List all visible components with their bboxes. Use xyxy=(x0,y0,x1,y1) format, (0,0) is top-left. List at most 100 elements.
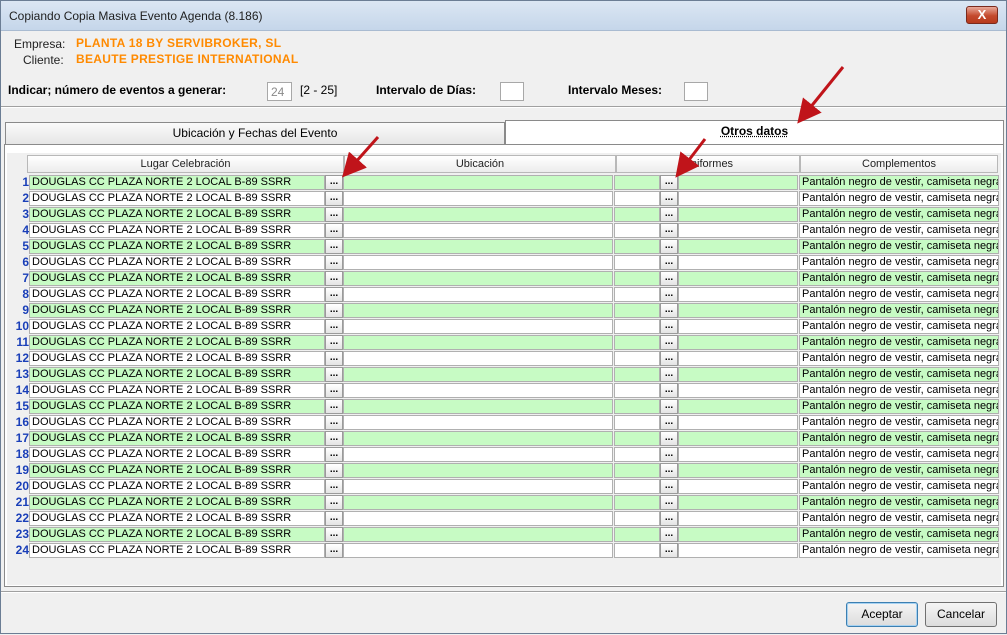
column-header-uniformes[interactable]: Uniformes xyxy=(616,155,800,173)
lugar-browse-button[interactable]: ... xyxy=(325,255,343,270)
uniformes-browse-button[interactable]: ... xyxy=(660,239,678,254)
lugar-cell[interactable]: DOUGLAS CC PLAZA NORTE 2 LOCAL B-89 SSRR xyxy=(29,223,325,238)
uniformes-browse-button[interactable]: ... xyxy=(660,543,678,558)
column-header-complementos[interactable]: Complementos xyxy=(800,155,998,173)
uniformes-cell[interactable] xyxy=(678,415,798,430)
uniformes-cell[interactable] xyxy=(678,383,798,398)
ubicacion-cell[interactable] xyxy=(343,415,613,430)
uniformes-browse-button[interactable]: ... xyxy=(660,207,678,222)
uniformes-cell[interactable] xyxy=(678,511,798,526)
uniformes-browse-button[interactable]: ... xyxy=(660,303,678,318)
uniformes-code-cell[interactable] xyxy=(614,207,660,222)
lugar-cell[interactable]: DOUGLAS CC PLAZA NORTE 2 LOCAL B-89 SSRR xyxy=(29,383,325,398)
uniformes-cell[interactable] xyxy=(678,463,798,478)
complementos-cell[interactable]: Pantalón negro de vestir, camiseta negra… xyxy=(799,255,999,270)
lugar-cell[interactable]: DOUGLAS CC PLAZA NORTE 2 LOCAL B-89 SSRR xyxy=(29,319,325,334)
complementos-cell[interactable]: Pantalón negro de vestir, camiseta negra… xyxy=(799,175,999,190)
lugar-cell[interactable]: DOUGLAS CC PLAZA NORTE 2 LOCAL B-89 SSRR xyxy=(29,399,325,414)
uniformes-code-cell[interactable] xyxy=(614,399,660,414)
uniformes-cell[interactable] xyxy=(678,479,798,494)
column-header-lugar[interactable]: Lugar Celebración xyxy=(27,155,344,173)
uniformes-code-cell[interactable] xyxy=(614,463,660,478)
lugar-cell[interactable]: DOUGLAS CC PLAZA NORTE 2 LOCAL B-89 SSRR xyxy=(29,479,325,494)
uniformes-browse-button[interactable]: ... xyxy=(660,191,678,206)
complementos-cell[interactable]: Pantalón negro de vestir, camiseta negra… xyxy=(799,495,999,510)
lugar-cell[interactable]: DOUGLAS CC PLAZA NORTE 2 LOCAL B-89 SSRR xyxy=(29,527,325,542)
complementos-cell[interactable]: Pantalón negro de vestir, camiseta negra… xyxy=(799,431,999,446)
complementos-cell[interactable]: Pantalón negro de vestir, camiseta negra… xyxy=(799,383,999,398)
lugar-browse-button[interactable]: ... xyxy=(325,335,343,350)
complementos-cell[interactable]: Pantalón negro de vestir, camiseta negra… xyxy=(799,447,999,462)
uniformes-cell[interactable] xyxy=(678,175,798,190)
complementos-cell[interactable]: Pantalón negro de vestir, camiseta negra… xyxy=(799,463,999,478)
uniformes-code-cell[interactable] xyxy=(614,335,660,350)
lugar-cell[interactable]: DOUGLAS CC PLAZA NORTE 2 LOCAL B-89 SSRR xyxy=(29,271,325,286)
uniformes-code-cell[interactable] xyxy=(614,303,660,318)
uniformes-browse-button[interactable]: ... xyxy=(660,287,678,302)
tab-otros-datos[interactable]: Otros datos xyxy=(505,120,1004,145)
complementos-cell[interactable]: Pantalón negro de vestir, camiseta negra… xyxy=(799,415,999,430)
lugar-browse-button[interactable]: ... xyxy=(325,431,343,446)
uniformes-code-cell[interactable] xyxy=(614,447,660,462)
ubicacion-cell[interactable] xyxy=(343,495,613,510)
lugar-browse-button[interactable]: ... xyxy=(325,495,343,510)
ubicacion-cell[interactable] xyxy=(343,191,613,206)
uniformes-code-cell[interactable] xyxy=(614,191,660,206)
cancel-button[interactable]: Cancelar xyxy=(925,602,997,627)
complementos-cell[interactable]: Pantalón negro de vestir, camiseta negra… xyxy=(799,399,999,414)
uniformes-cell[interactable] xyxy=(678,207,798,222)
lugar-browse-button[interactable]: ... xyxy=(325,223,343,238)
lugar-browse-button[interactable]: ... xyxy=(325,175,343,190)
ubicacion-cell[interactable] xyxy=(343,447,613,462)
ubicacion-cell[interactable] xyxy=(343,271,613,286)
uniformes-browse-button[interactable]: ... xyxy=(660,335,678,350)
complementos-cell[interactable]: Pantalón negro de vestir, camiseta negra… xyxy=(799,303,999,318)
lugar-browse-button[interactable]: ... xyxy=(325,367,343,382)
uniformes-code-cell[interactable] xyxy=(614,511,660,526)
uniformes-code-cell[interactable] xyxy=(614,351,660,366)
ubicacion-cell[interactable] xyxy=(343,399,613,414)
lugar-cell[interactable]: DOUGLAS CC PLAZA NORTE 2 LOCAL B-89 SSRR xyxy=(29,255,325,270)
uniformes-cell[interactable] xyxy=(678,191,798,206)
uniformes-code-cell[interactable] xyxy=(614,543,660,558)
complementos-cell[interactable]: Pantalón negro de vestir, camiseta negra… xyxy=(799,191,999,206)
uniformes-cell[interactable] xyxy=(678,223,798,238)
uniformes-browse-button[interactable]: ... xyxy=(660,527,678,542)
lugar-cell[interactable]: DOUGLAS CC PLAZA NORTE 2 LOCAL B-89 SSRR xyxy=(29,367,325,382)
ubicacion-cell[interactable] xyxy=(343,527,613,542)
lugar-browse-button[interactable]: ... xyxy=(325,287,343,302)
uniformes-cell[interactable] xyxy=(678,367,798,382)
uniformes-browse-button[interactable]: ... xyxy=(660,447,678,462)
uniformes-code-cell[interactable] xyxy=(614,255,660,270)
uniformes-code-cell[interactable] xyxy=(614,495,660,510)
uniformes-browse-button[interactable]: ... xyxy=(660,415,678,430)
lugar-browse-button[interactable]: ... xyxy=(325,415,343,430)
lugar-browse-button[interactable]: ... xyxy=(325,447,343,462)
uniformes-cell[interactable] xyxy=(678,527,798,542)
meses-input[interactable] xyxy=(684,82,708,101)
complementos-cell[interactable]: Pantalón negro de vestir, camiseta negra… xyxy=(799,287,999,302)
uniformes-code-cell[interactable] xyxy=(614,319,660,334)
num-events-input[interactable]: 24 xyxy=(267,82,292,101)
ubicacion-cell[interactable] xyxy=(343,463,613,478)
lugar-cell[interactable]: DOUGLAS CC PLAZA NORTE 2 LOCAL B-89 SSRR xyxy=(29,287,325,302)
lugar-browse-button[interactable]: ... xyxy=(325,527,343,542)
lugar-browse-button[interactable]: ... xyxy=(325,351,343,366)
uniformes-cell[interactable] xyxy=(678,495,798,510)
uniformes-cell[interactable] xyxy=(678,543,798,558)
complementos-cell[interactable]: Pantalón negro de vestir, camiseta negra… xyxy=(799,511,999,526)
ubicacion-cell[interactable] xyxy=(343,319,613,334)
uniformes-code-cell[interactable] xyxy=(614,367,660,382)
ubicacion-cell[interactable] xyxy=(343,207,613,222)
complementos-cell[interactable]: Pantalón negro de vestir, camiseta negra… xyxy=(799,271,999,286)
ubicacion-cell[interactable] xyxy=(343,511,613,526)
uniformes-cell[interactable] xyxy=(678,271,798,286)
lugar-cell[interactable]: DOUGLAS CC PLAZA NORTE 2 LOCAL B-89 SSRR xyxy=(29,303,325,318)
lugar-cell[interactable]: DOUGLAS CC PLAZA NORTE 2 LOCAL B-89 SSRR xyxy=(29,191,325,206)
lugar-browse-button[interactable]: ... xyxy=(325,271,343,286)
ubicacion-cell[interactable] xyxy=(343,303,613,318)
uniformes-cell[interactable] xyxy=(678,303,798,318)
uniformes-browse-button[interactable]: ... xyxy=(660,463,678,478)
lugar-browse-button[interactable]: ... xyxy=(325,207,343,222)
lugar-cell[interactable]: DOUGLAS CC PLAZA NORTE 2 LOCAL B-89 SSRR xyxy=(29,431,325,446)
